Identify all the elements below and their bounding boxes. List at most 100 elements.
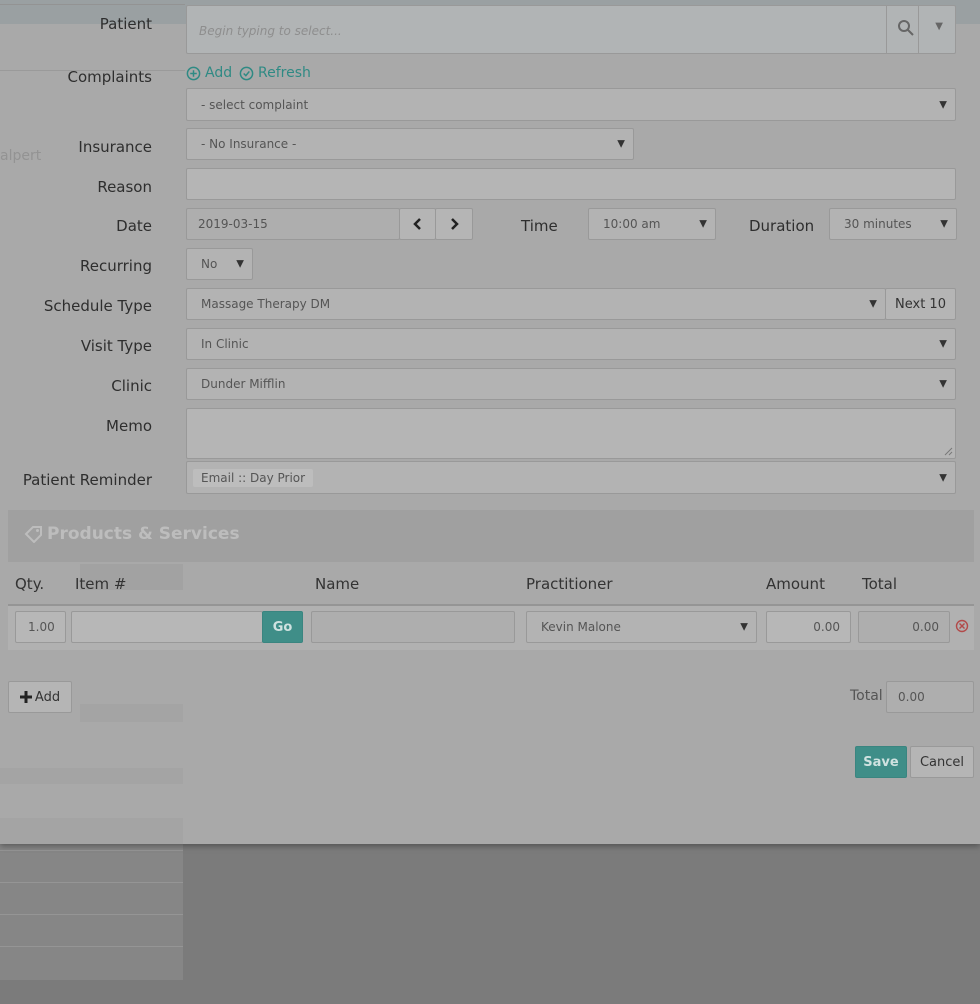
background-divider — [0, 850, 183, 851]
qty-value: 1.00 — [28, 620, 55, 634]
row-total-field: 0.00 — [858, 611, 950, 643]
dropdown-caret-icon: ▼ — [236, 258, 244, 270]
search-icon[interactable] — [897, 19, 915, 41]
insurance-selected-value: - No Insurance - — [201, 137, 297, 151]
dropdown-caret-icon: ▼ — [699, 218, 707, 230]
column-header-amount: Amount — [766, 575, 825, 593]
visit-type-selected-value: In Clinic — [201, 337, 249, 351]
clinic-select[interactable]: Dunder Mifflin ▼ — [186, 368, 956, 400]
dropdown-caret-icon: ▼ — [617, 138, 625, 150]
background-divider — [0, 882, 183, 883]
recurring-label: Recurring — [80, 257, 152, 275]
total-label: Total — [850, 688, 883, 704]
grand-total-field: 0.00 — [886, 681, 974, 713]
duration-selected-value: 30 minutes — [844, 217, 912, 231]
visit-type-select[interactable]: In Clinic ▼ — [186, 328, 956, 360]
patient-label: Patient — [99, 15, 152, 33]
chevron-right-icon — [451, 218, 459, 230]
amount-input[interactable]: 0.00 — [766, 611, 851, 643]
duration-label: Duration — [749, 217, 815, 235]
plus-icon — [19, 691, 32, 703]
dropdown-caret-icon: ▼ — [940, 218, 948, 230]
column-header-total: Total — [862, 575, 898, 593]
background-fragment-text: alpert — [0, 148, 42, 164]
schedule-type-selected-value: Massage Therapy DM — [201, 297, 331, 311]
check-circle-icon — [239, 66, 254, 80]
previous-date-button[interactable] — [399, 208, 436, 240]
column-header-qty: Qty. — [15, 575, 45, 593]
appointment-form-modal: alpert Patient Begin typing to select...… — [0, 0, 980, 844]
practitioner-selected-value: Kevin Malone — [541, 620, 621, 634]
background-fragment — [0, 4, 185, 5]
chevron-left-icon — [412, 218, 421, 230]
tag-icon — [24, 526, 42, 543]
resize-handle-icon — [944, 447, 953, 456]
dropdown-caret-icon: ▼ — [939, 99, 947, 110]
schedule-type-label: Schedule Type — [43, 297, 152, 315]
date-value: 2019-03-15 — [198, 217, 268, 231]
products-services-header: Products & Services — [8, 510, 974, 562]
column-header-practitioner: Practitioner — [526, 575, 613, 593]
name-input[interactable] — [311, 611, 515, 643]
patient-reminder-chip: Email :: Day Prior — [193, 468, 314, 487]
complaints-label: Complaints — [67, 68, 152, 86]
amount-value: 0.00 — [813, 620, 840, 634]
clinic-label: Clinic — [111, 377, 152, 395]
background-sidebar — [0, 820, 183, 980]
refresh-complaints-link[interactable]: Refresh — [239, 65, 311, 81]
recurring-select[interactable]: No ▼ — [186, 248, 253, 280]
complaint-selected-value: - select complaint — [201, 97, 309, 112]
clinic-selected-value: Dunder Mifflin — [201, 377, 286, 391]
add-complaint-link[interactable]: Add — [186, 65, 232, 81]
duration-select[interactable]: 30 minutes ▼ — [829, 208, 957, 240]
background-divider — [0, 914, 183, 915]
add-product-button[interactable]: Add — [8, 681, 72, 713]
date-label: Date — [116, 217, 152, 235]
insurance-label: Insurance — [78, 138, 152, 156]
patient-search-input[interactable]: Begin typing to select... ▼ — [186, 5, 956, 54]
background-fragment — [0, 768, 183, 784]
cancel-button[interactable]: Cancel — [910, 746, 974, 778]
refresh-complaints-label: Refresh — [258, 65, 311, 81]
reason-label: Reason — [97, 178, 152, 196]
dropdown-caret-icon: ▼ — [740, 621, 748, 633]
save-button[interactable]: Save — [855, 746, 907, 778]
patient-reminder-select[interactable]: Email :: Day Prior ▼ — [186, 461, 956, 494]
practitioner-select[interactable]: Kevin Malone ▼ — [526, 611, 757, 643]
patient-reminder-label: Patient Reminder — [22, 471, 152, 489]
remove-row-icon[interactable] — [955, 618, 969, 637]
go-button[interactable]: Go — [262, 611, 303, 643]
visit-type-label: Visit Type — [80, 337, 152, 355]
complaint-select[interactable]: - select complaint ▼ — [186, 88, 956, 121]
next-10-button[interactable]: Next 10 — [885, 288, 956, 320]
next-date-button[interactable] — [435, 208, 473, 240]
qty-input[interactable]: 1.00 — [15, 611, 66, 643]
add-complaint-label: Add — [205, 65, 233, 81]
schedule-type-select[interactable]: Massage Therapy DM ▼ — [186, 288, 886, 320]
patient-placeholder: Begin typing to select... — [199, 24, 342, 38]
grand-total-value: 0.00 — [898, 690, 925, 704]
reason-input[interactable] — [186, 168, 956, 200]
background-fragment — [80, 704, 183, 722]
background-fragment — [0, 818, 183, 844]
plus-circle-icon — [186, 66, 201, 80]
background-divider — [0, 946, 183, 947]
dropdown-caret-icon: ▼ — [939, 378, 947, 390]
column-header-item: Item # — [75, 575, 127, 593]
memo-label: Memo — [106, 417, 152, 435]
time-select[interactable]: 10:00 am ▼ — [588, 208, 716, 240]
products-services-title: Products & Services — [47, 524, 240, 544]
add-product-label: Add — [34, 689, 61, 705]
dropdown-caret-icon: ▼ — [939, 338, 947, 350]
chevron-down-icon[interactable]: ▼ — [935, 21, 943, 32]
time-label: Time — [521, 217, 558, 235]
column-header-name: Name — [315, 575, 360, 593]
insurance-select[interactable]: - No Insurance - ▼ — [186, 128, 634, 160]
memo-textarea[interactable] — [186, 408, 956, 459]
time-selected-value: 10:00 am — [603, 217, 661, 231]
recurring-selected-value: No — [201, 257, 218, 271]
dropdown-caret-icon: ▼ — [869, 298, 877, 310]
date-input[interactable]: 2019-03-15 — [186, 208, 400, 240]
item-number-input[interactable] — [71, 611, 263, 643]
dropdown-caret-icon: ▼ — [939, 472, 947, 483]
